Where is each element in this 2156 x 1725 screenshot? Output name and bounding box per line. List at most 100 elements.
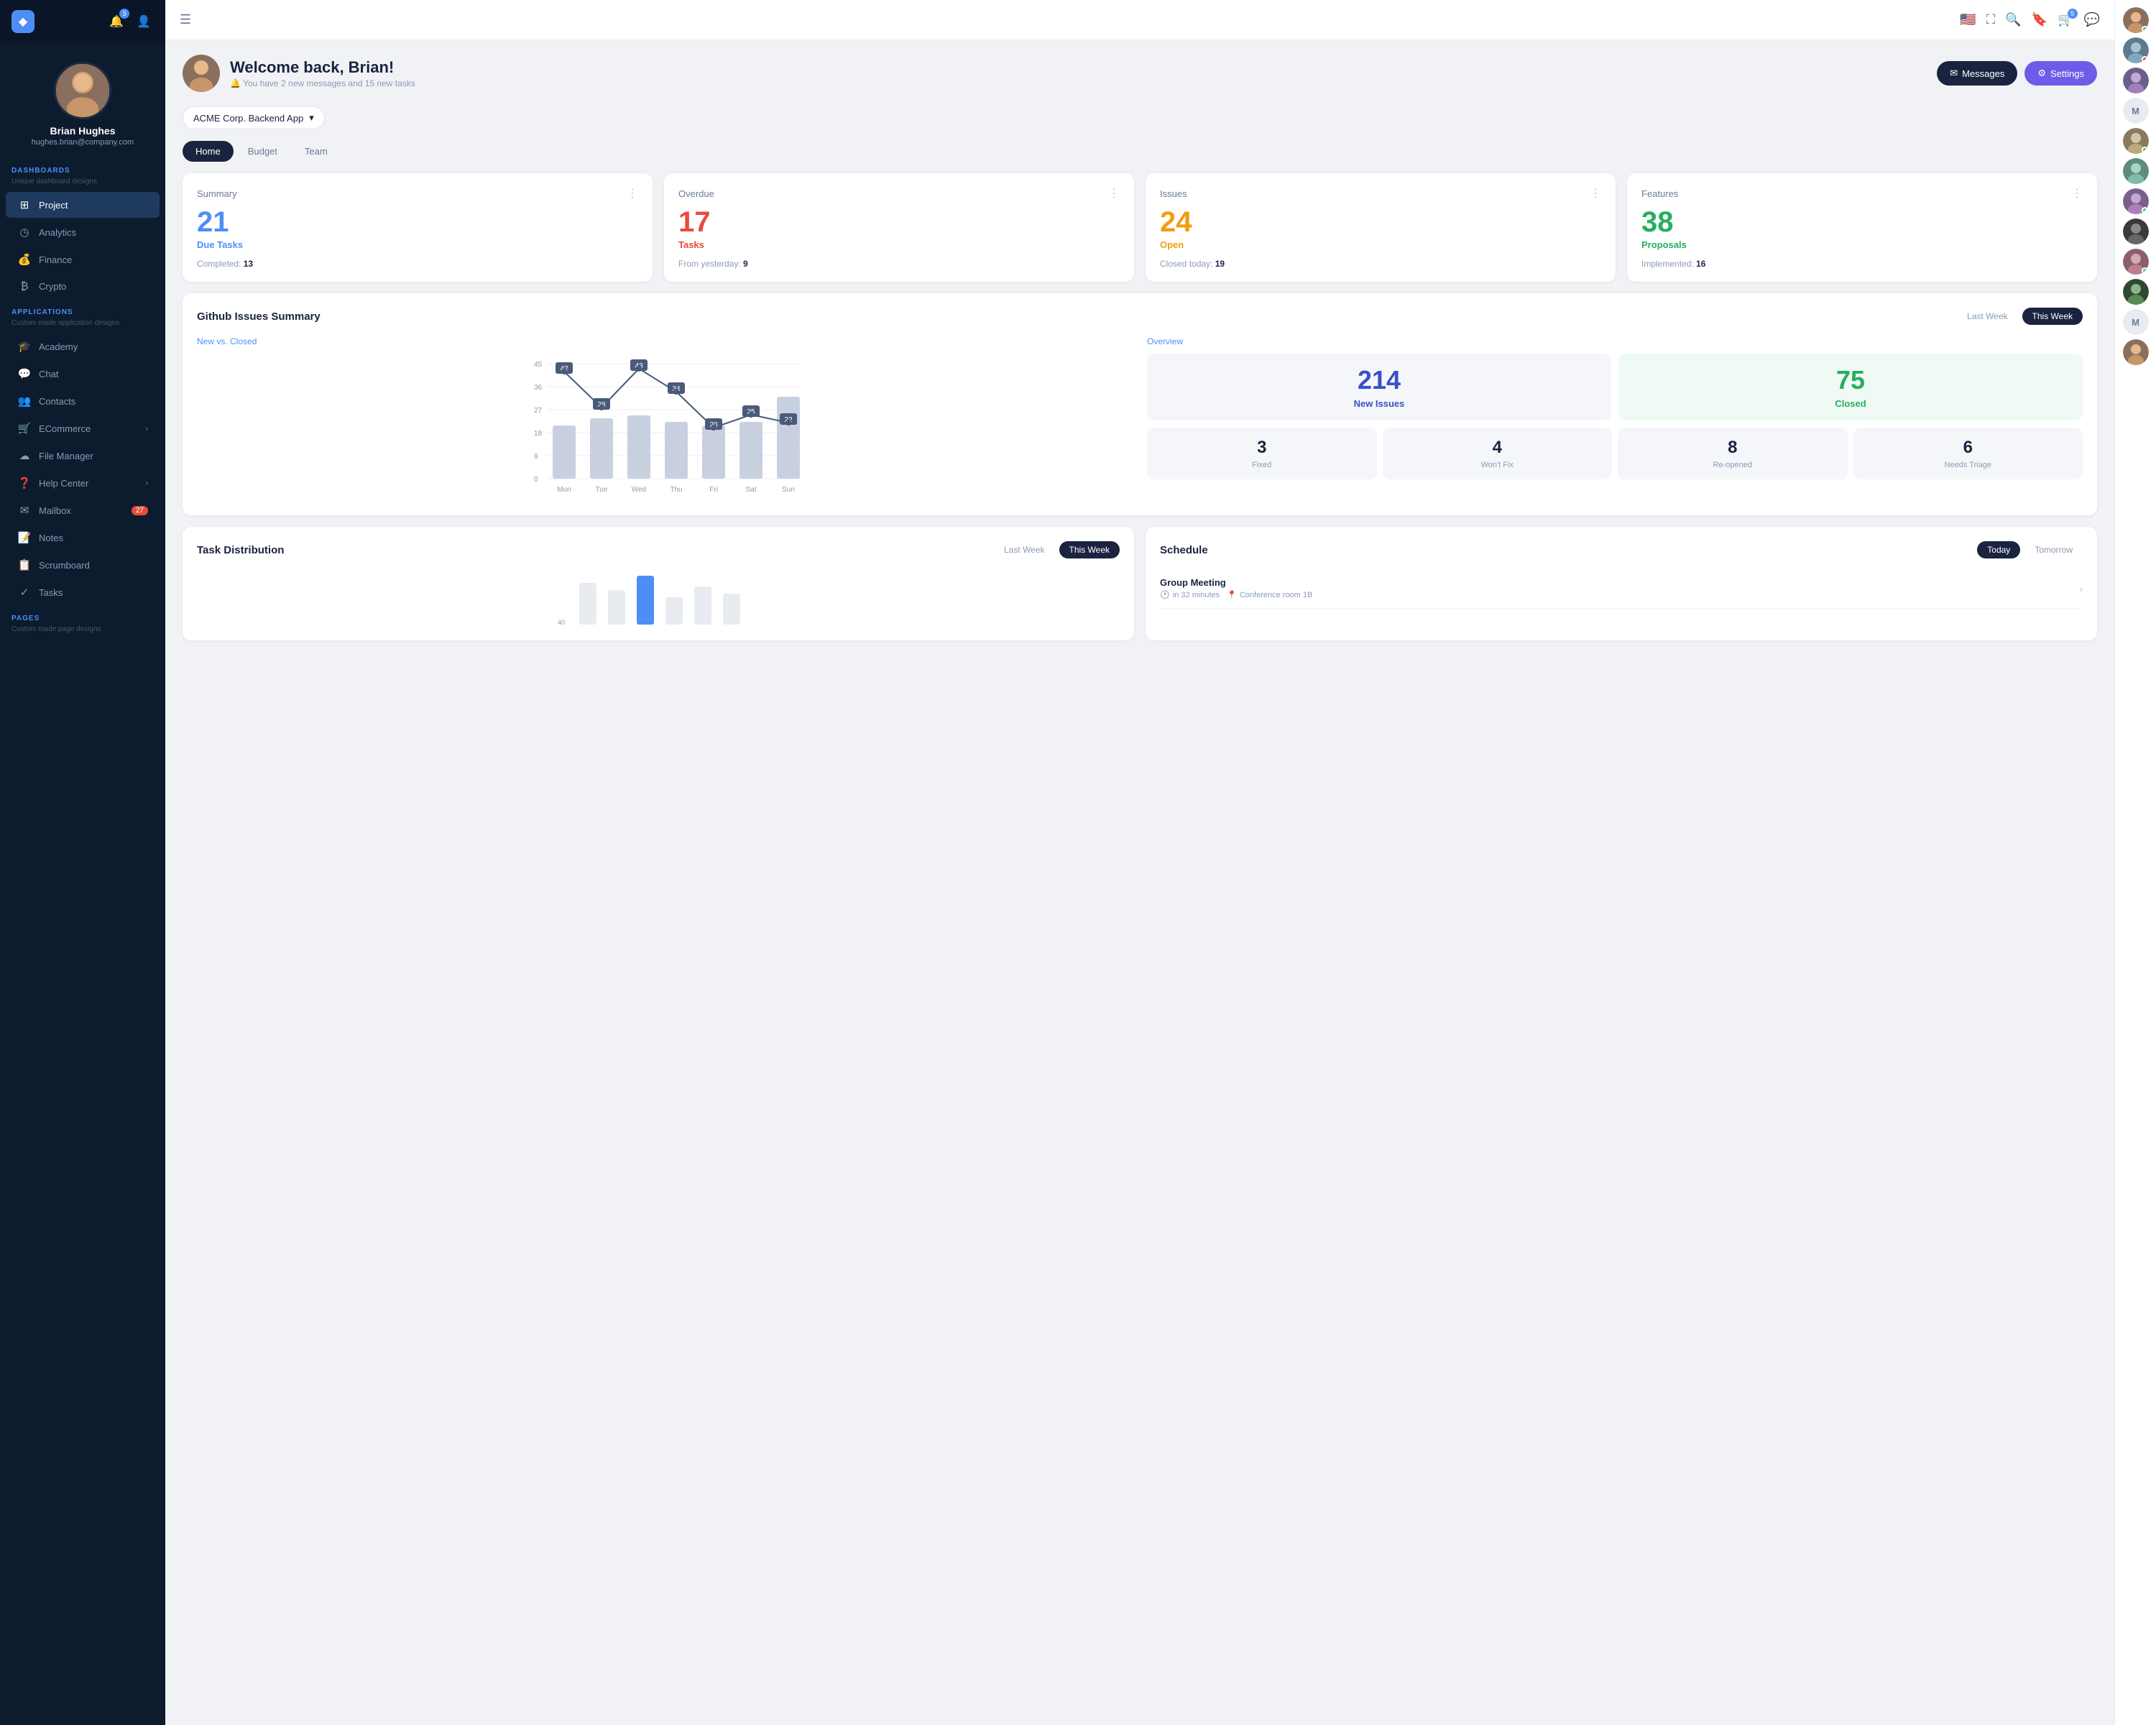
- stat-footer-features: Implemented: 16: [1641, 259, 2083, 269]
- mini-num-reopened: 8: [1625, 438, 1841, 458]
- sidebar-header-icons: 🔔 3 👤: [106, 12, 154, 32]
- sidebar-item-ecommerce[interactable]: 🛒 ECommerce ›: [6, 415, 160, 441]
- online-indicator: [2142, 26, 2148, 32]
- github-chart: 45 36 27 18 9 0: [197, 354, 1133, 497]
- topbar: ☰ 🇺🇸 ⛶ 🔍 🔖 🛒 5 💬: [165, 0, 2114, 40]
- applications-label: APPLICATIONS: [0, 300, 165, 319]
- new-issues-number: 214: [1158, 365, 1600, 395]
- welcome-title: Welcome back, Brian!: [230, 58, 415, 77]
- sidebar-item-contacts[interactable]: 👥 Contacts: [6, 388, 160, 414]
- bookmark-button[interactable]: 🔖: [2032, 12, 2047, 27]
- mini-num-triage: 6: [1861, 438, 2076, 458]
- tab-home[interactable]: Home: [183, 141, 234, 162]
- github-section-header: Github Issues Summary Last Week This Wee…: [197, 308, 2083, 325]
- dashboards-label: DASHBOARDS: [0, 158, 165, 178]
- schedule-item-left: Group Meeting 🕐 in 32 minutes 📍 Conferen…: [1160, 577, 1312, 599]
- task-dist-header: Task Distribution Last Week This Week: [197, 541, 1120, 558]
- notifications-button[interactable]: 🔔 3: [106, 12, 126, 32]
- sidebar-item-analytics[interactable]: ◷ Analytics: [6, 219, 160, 245]
- rp-avatar-2[interactable]: [2123, 37, 2149, 63]
- more-options-overdue[interactable]: ⋮: [1108, 186, 1120, 201]
- stat-card-overdue: Overdue ⋮ 17 Tasks From yesterday: 9: [664, 173, 1134, 282]
- sidebar-item-project[interactable]: ⊞ Project: [6, 192, 160, 218]
- more-options-summary[interactable]: ⋮: [627, 186, 638, 201]
- schedule-item-title: Group Meeting: [1160, 577, 1312, 588]
- mini-card-fixed: 3 Fixed: [1147, 428, 1377, 479]
- chart-label: New vs. Closed: [197, 336, 1133, 346]
- more-options-issues[interactable]: ⋮: [1590, 186, 1601, 201]
- svg-text:Mon: Mon: [557, 486, 571, 494]
- sidebar-item-filemanager[interactable]: ☁ File Manager: [6, 443, 160, 469]
- rp-letter-1[interactable]: M: [2123, 98, 2149, 124]
- stat-label-overdue: Tasks: [678, 239, 1120, 250]
- mini-num-wontfix: 4: [1390, 438, 1606, 458]
- task-dist-toggle: Last Week This Week: [994, 541, 1120, 558]
- task-dist-chart: 40: [197, 569, 1120, 626]
- sidebar-logo[interactable]: ◆: [11, 10, 34, 33]
- settings-button[interactable]: ⚙ Settings: [2024, 61, 2097, 86]
- mini-card-reopened: 8 Re-opened: [1618, 428, 1848, 479]
- applications-sub: Custom made application designs: [0, 319, 165, 333]
- sidebar-item-helpcenter[interactable]: ❓ Help Center ›: [6, 470, 160, 496]
- rp-letter-2[interactable]: M: [2123, 309, 2149, 335]
- right-panel: M M: [2114, 0, 2156, 1725]
- rp-avatar-3[interactable]: [2123, 68, 2149, 93]
- sidebar-item-chat[interactable]: 💬 Chat: [6, 361, 160, 387]
- sidebar-item-finance[interactable]: 💰 Finance: [6, 247, 160, 272]
- rp-avatar-9[interactable]: [2123, 279, 2149, 305]
- sidebar-item-tasks[interactable]: ✓ Tasks: [6, 579, 160, 605]
- project-selector[interactable]: ACME Corp. Backend App ▾: [183, 106, 325, 129]
- github-body: New vs. Closed 45 36 27 18 9 0: [197, 336, 2083, 501]
- svg-text:40: 40: [558, 619, 565, 626]
- stat-footer-summary: Completed: 13: [197, 259, 638, 269]
- svg-text:0: 0: [534, 476, 538, 484]
- envelope-icon: ✉: [1950, 68, 1958, 79]
- github-this-week-btn[interactable]: This Week: [2022, 308, 2083, 325]
- svg-text:18: 18: [534, 430, 543, 438]
- rp-avatar-1[interactable]: [2123, 7, 2149, 33]
- messages-button[interactable]: 💬: [2084, 12, 2100, 27]
- sidebar-header: ◆ 🔔 3 👤: [0, 0, 165, 43]
- stat-card-issues: Issues ⋮ 24 Open Closed today: 19: [1146, 173, 1616, 282]
- task-dist-svg: 40: [203, 569, 1114, 626]
- rp-avatar-10[interactable]: [2123, 339, 2149, 365]
- fullscreen-button[interactable]: ⛶: [1986, 12, 1996, 27]
- rp-avatar-8[interactable]: [2123, 249, 2149, 275]
- tab-budget[interactable]: Budget: [235, 141, 290, 162]
- messages-button[interactable]: ✉ Messages: [1937, 61, 2017, 86]
- user-email: hughes.brian@company.com: [0, 137, 165, 158]
- schedule-arrow-button[interactable]: ›: [2079, 583, 2083, 594]
- clock-icon: 🕐: [1160, 590, 1170, 599]
- overview-top: 214 New Issues 75 Closed: [1147, 354, 2083, 420]
- more-options-features[interactable]: ⋮: [2071, 186, 2083, 201]
- schedule-today-btn[interactable]: Today: [1977, 541, 2020, 558]
- main-content: Welcome back, Brian! 🔔 You have 2 new me…: [165, 40, 2114, 1725]
- sidebar-item-scrumboard[interactable]: 📋 Scrumboard: [6, 552, 160, 578]
- sidebar-item-academy[interactable]: 🎓 Academy: [6, 334, 160, 359]
- task-dist-last-week[interactable]: Last Week: [994, 541, 1054, 558]
- search-button[interactable]: 🔍: [2005, 12, 2021, 27]
- stat-number-overdue: 17: [678, 208, 1120, 236]
- gear-icon: ⚙: [2037, 68, 2046, 79]
- sidebar-item-label: Tasks: [39, 587, 63, 598]
- rp-avatar-4[interactable]: [2123, 128, 2149, 154]
- schedule-tomorrow-btn[interactable]: Tomorrow: [2024, 541, 2083, 558]
- sidebar: ◆ 🔔 3 👤 Brian Hughes hughes.brian@compan…: [0, 0, 165, 1725]
- github-last-week-btn[interactable]: Last Week: [1957, 308, 2017, 325]
- sidebar-item-crypto[interactable]: ₿ Crypto: [6, 274, 160, 299]
- rp-avatar-6[interactable]: [2123, 188, 2149, 214]
- user-menu-button[interactable]: 👤: [134, 12, 154, 32]
- sidebar-item-label: Project: [39, 200, 68, 211]
- overview-bottom: 3 Fixed 4 Won't Fix 8 Re-opened 6: [1147, 428, 2083, 479]
- task-dist-this-week[interactable]: This Week: [1059, 541, 1120, 558]
- sidebar-item-mailbox[interactable]: ✉ Mailbox 27: [6, 497, 160, 523]
- cart-button[interactable]: 🛒 5: [2058, 12, 2073, 27]
- rp-avatar-5[interactable]: [2123, 158, 2149, 184]
- stat-footer-issues: Closed today: 19: [1160, 259, 1601, 269]
- hamburger-button[interactable]: ☰: [180, 12, 191, 27]
- sidebar-item-notes[interactable]: 📝 Notes: [6, 525, 160, 551]
- rp-avatar-7[interactable]: [2123, 218, 2149, 244]
- tab-team[interactable]: Team: [292, 141, 341, 162]
- flag-icon[interactable]: 🇺🇸: [1960, 12, 1976, 27]
- overview-new-issues: 214 New Issues: [1147, 354, 1611, 420]
